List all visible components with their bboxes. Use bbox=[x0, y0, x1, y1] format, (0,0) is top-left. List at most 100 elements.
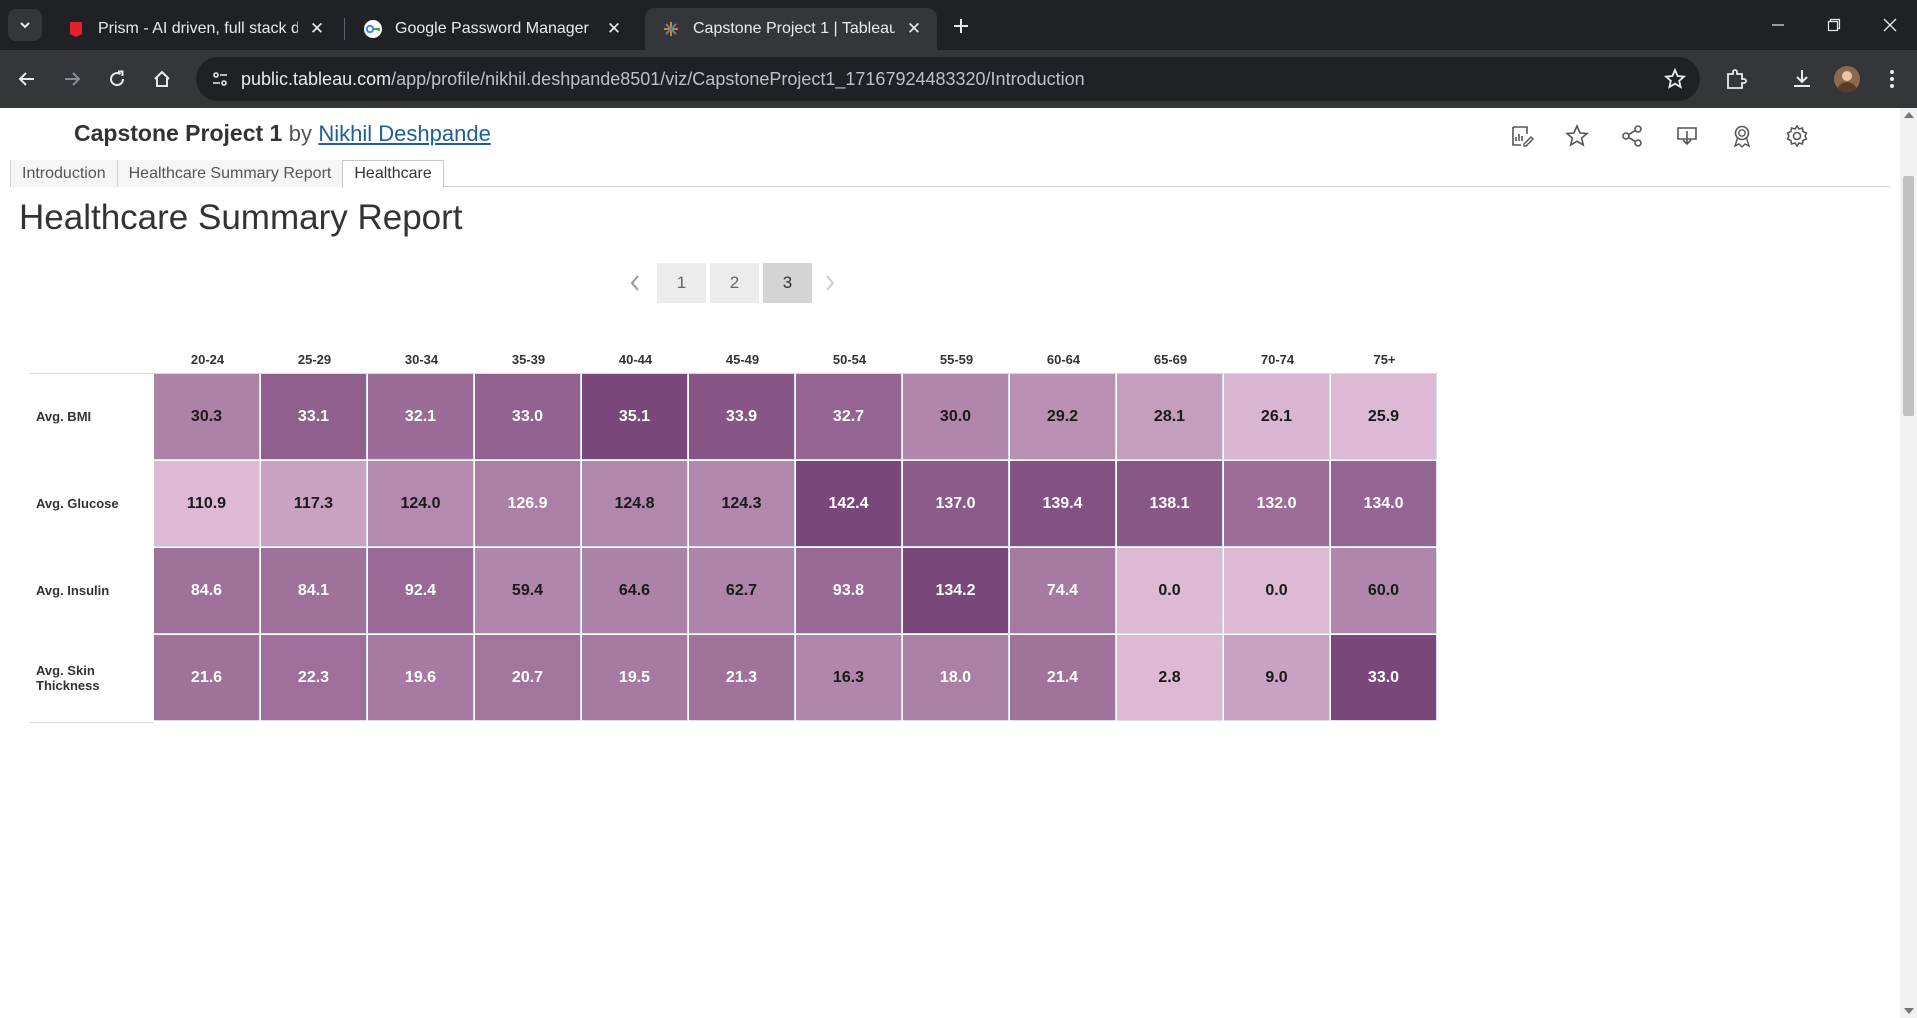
close-tab-icon[interactable]: ✕ bbox=[603, 18, 625, 40]
extensions-button[interactable] bbox=[1721, 64, 1751, 94]
heatmap-cell[interactable]: 33.9 bbox=[689, 374, 795, 460]
star-icon bbox=[1565, 124, 1589, 147]
column-header: 20-24 bbox=[190, 352, 225, 367]
url-host: public.tableau.com bbox=[241, 69, 392, 89]
edit-viz-button[interactable] bbox=[1508, 122, 1536, 150]
heatmap-cell[interactable]: 132.0 bbox=[1224, 461, 1330, 547]
heatmap-cell[interactable]: 32.1 bbox=[368, 374, 474, 460]
tab-title: Prism - AI driven, full stack digit bbox=[98, 20, 298, 37]
previous-page-button[interactable] bbox=[617, 263, 653, 303]
restore-button[interactable] bbox=[1806, 0, 1862, 50]
heatmap-cell[interactable]: 124.8 bbox=[582, 461, 688, 547]
heatmap-cell[interactable]: 84.6 bbox=[154, 548, 260, 634]
heatmap-cell[interactable]: 124.3 bbox=[689, 461, 795, 547]
bookmark-star-icon[interactable] bbox=[1663, 67, 1687, 90]
browser-tab-password-manager[interactable]: Google Password Manager ✕ bbox=[347, 8, 637, 50]
heatmap-cell[interactable]: 93.8 bbox=[796, 548, 902, 634]
sheet-tabs: Introduction Healthcare Summary Report H… bbox=[10, 160, 444, 188]
download-viz-button[interactable] bbox=[1673, 122, 1701, 150]
heatmap-cell[interactable]: 126.9 bbox=[475, 461, 581, 547]
heatmap-cell[interactable]: 35.1 bbox=[582, 374, 688, 460]
favorite-button[interactable] bbox=[1563, 122, 1591, 150]
reload-icon bbox=[110, 70, 125, 87]
heatmap-cell[interactable]: 110.9 bbox=[154, 461, 260, 547]
browser-tab-tableau[interactable]: Capstone Project 1 | Tableau Pu ✕ bbox=[645, 8, 937, 50]
scrollbar-thumb[interactable] bbox=[1903, 176, 1914, 416]
heatmap-cell[interactable]: 64.6 bbox=[582, 548, 688, 634]
heatmap-cell[interactable]: 62.7 bbox=[689, 548, 795, 634]
heatmap-cell[interactable]: 30.3 bbox=[154, 374, 260, 460]
downloads-button[interactable] bbox=[1787, 64, 1817, 94]
heatmap-cell[interactable]: 26.1 bbox=[1224, 374, 1330, 460]
share-icon bbox=[1622, 125, 1642, 147]
heatmap-cell[interactable]: 60.0 bbox=[1331, 548, 1437, 634]
browser-menu-button[interactable] bbox=[1877, 64, 1907, 94]
heatmap-cell[interactable]: 32.7 bbox=[796, 374, 902, 460]
minimize-button[interactable] bbox=[1750, 0, 1806, 50]
new-tab-button[interactable] bbox=[945, 10, 977, 42]
share-button[interactable] bbox=[1618, 122, 1646, 150]
column-header: 65-69 bbox=[1153, 352, 1188, 367]
viz-of-the-day-button[interactable] bbox=[1728, 122, 1756, 150]
settings-button[interactable] bbox=[1783, 122, 1811, 150]
tab-search-button[interactable] bbox=[8, 9, 42, 41]
next-page-button[interactable] bbox=[812, 263, 848, 303]
heatmap-cell[interactable]: 74.4 bbox=[1010, 548, 1116, 634]
heatmap-cell[interactable]: 9.0 bbox=[1224, 635, 1330, 721]
heatmap-cell[interactable]: 19.6 bbox=[368, 635, 474, 721]
heatmap-cell[interactable]: 92.4 bbox=[368, 548, 474, 634]
page-2-button[interactable]: 2 bbox=[710, 263, 759, 303]
heatmap-cell[interactable]: 139.4 bbox=[1010, 461, 1116, 547]
heatmap-cell[interactable]: 117.3 bbox=[261, 461, 367, 547]
browser-tab-prism[interactable]: Prism - AI driven, full stack digit ✕ bbox=[50, 8, 340, 50]
heatmap-cell[interactable]: 2.8 bbox=[1117, 635, 1223, 721]
heatmap-cell[interactable]: 33.1 bbox=[261, 374, 367, 460]
heatmap-cell[interactable]: 20.7 bbox=[475, 635, 581, 721]
heatmap-cell[interactable]: 59.4 bbox=[475, 548, 581, 634]
scroll-up-arrow[interactable] bbox=[1904, 112, 1914, 118]
heatmap-cell[interactable]: 33.0 bbox=[1331, 635, 1437, 721]
heatmap-cell[interactable]: 18.0 bbox=[903, 635, 1009, 721]
heatmap-cell[interactable]: 134.2 bbox=[903, 548, 1009, 634]
site-info-icon[interactable] bbox=[208, 67, 232, 91]
page-scrollbar[interactable] bbox=[1900, 108, 1917, 1018]
heatmap-cell[interactable]: 21.4 bbox=[1010, 635, 1116, 721]
address-bar[interactable]: public.tableau.com/app/profile/nikhil.de… bbox=[196, 57, 1700, 101]
heatmap-cell[interactable]: 21.3 bbox=[689, 635, 795, 721]
heatmap-cell[interactable]: 16.3 bbox=[796, 635, 902, 721]
scroll-down-arrow[interactable] bbox=[1904, 1008, 1914, 1014]
heatmap-cell[interactable]: 142.4 bbox=[796, 461, 902, 547]
heatmap-cell[interactable]: 124.0 bbox=[368, 461, 474, 547]
column-header: 25-29 bbox=[297, 352, 332, 367]
heatmap-cell[interactable]: 22.3 bbox=[261, 635, 367, 721]
close-tab-icon[interactable]: ✕ bbox=[306, 18, 328, 40]
home-button[interactable] bbox=[146, 63, 178, 95]
back-button[interactable] bbox=[11, 63, 43, 95]
forward-button[interactable] bbox=[56, 63, 88, 95]
sheet-tab-healthcare-summary-report[interactable]: Healthcare Summary Report bbox=[116, 160, 343, 187]
heatmap-cell[interactable]: 19.5 bbox=[582, 635, 688, 721]
heatmap-cell[interactable]: 28.1 bbox=[1117, 374, 1223, 460]
heatmap-cell[interactable]: 0.0 bbox=[1224, 548, 1330, 634]
sheet-tab-healthcare[interactable]: Healthcare bbox=[342, 160, 444, 188]
heatmap-cell[interactable]: 137.0 bbox=[903, 461, 1009, 547]
heatmap-cell[interactable]: 30.0 bbox=[903, 374, 1009, 460]
heatmap-cell[interactable]: 0.0 bbox=[1117, 548, 1223, 634]
page-1-button[interactable]: 1 bbox=[657, 263, 706, 303]
heatmap-cell[interactable]: 84.1 bbox=[261, 548, 367, 634]
close-window-button[interactable] bbox=[1862, 0, 1917, 50]
heatmap-cell[interactable]: 29.2 bbox=[1010, 374, 1116, 460]
heatmap-cell[interactable]: 21.6 bbox=[154, 635, 260, 721]
heatmap-cell[interactable]: 33.0 bbox=[475, 374, 581, 460]
page-3-button[interactable]: 3 bbox=[763, 263, 812, 303]
heatmap-cell[interactable]: 138.1 bbox=[1117, 461, 1223, 547]
heatmap-cell[interactable]: 25.9 bbox=[1331, 374, 1437, 460]
google-password-manager-icon bbox=[363, 19, 383, 39]
author-link[interactable]: Nikhil Deshpande bbox=[318, 121, 490, 146]
sheet-tab-introduction[interactable]: Introduction bbox=[10, 160, 117, 187]
close-tab-icon[interactable]: ✕ bbox=[903, 18, 925, 40]
profile-avatar[interactable] bbox=[1834, 66, 1860, 92]
heatmap-cell[interactable]: 134.0 bbox=[1331, 461, 1437, 547]
reload-button[interactable] bbox=[101, 63, 133, 95]
home-icon bbox=[154, 70, 170, 87]
